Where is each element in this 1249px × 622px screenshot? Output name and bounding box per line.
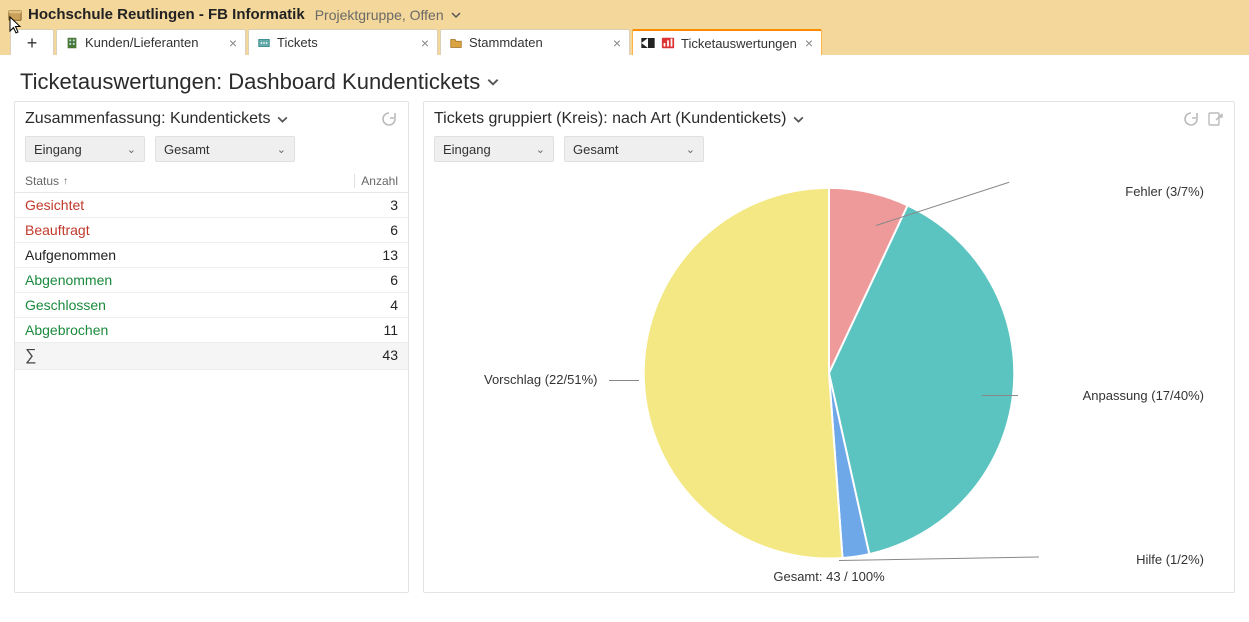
panel-title: Zusammenfassung: Kundentickets: [25, 110, 270, 128]
pie-slice[interactable]: [644, 188, 843, 559]
tab-kunden[interactable]: Kunden/Lieferanten ×: [56, 29, 246, 55]
count-cell: 4: [390, 297, 398, 313]
status-cell: Abgenommen: [25, 272, 390, 288]
refresh-icon[interactable]: [380, 110, 398, 128]
pie-svg: [634, 178, 1024, 568]
tab-tickets[interactable]: Tickets ×: [248, 29, 438, 55]
tab-ticketauswertungen[interactable]: Ticketauswertungen ×: [632, 29, 822, 55]
table-row[interactable]: Beauftragt6: [15, 218, 408, 243]
header-bar: Hochschule Reutlingen - FB Informatik Pr…: [0, 0, 1249, 55]
count-cell: 6: [390, 222, 398, 238]
page-title: Ticketauswertungen: Dashboard Kundentick…: [20, 69, 480, 95]
pie-chart: Fehler (3/7%) Anpassung (17/40%) Hilfe (…: [424, 170, 1234, 592]
tabs: + Kunden/Lieferanten × Tickets × Stammda…: [8, 29, 1241, 55]
status-cell: Gesichtet: [25, 197, 390, 213]
app-icon: [8, 8, 22, 22]
tab-new[interactable]: +: [10, 29, 54, 55]
count-cell: 13: [382, 247, 398, 263]
chevron-down-icon: ⌄: [127, 143, 136, 156]
chevron-down-icon: ⌄: [536, 143, 545, 156]
chevron-down-icon[interactable]: [450, 9, 462, 21]
col-status[interactable]: Status ↑: [25, 174, 354, 188]
tab-label: Kunden/Lieferanten: [85, 35, 198, 50]
app-subtitle: Projektgruppe, Offen: [315, 7, 444, 23]
leader-line: [609, 380, 639, 381]
close-icon[interactable]: ×: [229, 35, 237, 51]
sum-value: 43: [382, 347, 398, 365]
table-row[interactable]: Geschlossen4: [15, 293, 408, 318]
table-row[interactable]: Gesichtet3: [15, 193, 408, 218]
close-icon[interactable]: ×: [805, 35, 813, 51]
close-icon[interactable]: ×: [421, 35, 429, 51]
status-cell: Aufgenommen: [25, 247, 382, 263]
pie-label-fehler: Fehler (3/7%): [1125, 184, 1204, 199]
leader-line: [982, 395, 1018, 396]
dropdown-label: Eingang: [443, 142, 491, 157]
plus-icon: +: [27, 34, 38, 52]
chart-panel: Tickets gruppiert (Kreis): nach Art (Kun…: [423, 101, 1235, 593]
filter-gesamt[interactable]: Gesamt ⌄: [564, 136, 704, 162]
pie-label-vorschlag: Vorschlag (22/51%): [484, 372, 597, 387]
count-cell: 3: [390, 197, 398, 213]
status-cell: Abgebrochen: [25, 322, 383, 338]
filter-gesamt[interactable]: Gesamt ⌄: [155, 136, 295, 162]
sum-label: ∑: [25, 347, 382, 365]
building-icon: [65, 36, 79, 50]
pie-label-anpassung: Anpassung (17/40%): [1083, 388, 1204, 403]
tab-stammdaten[interactable]: Stammdaten ×: [440, 29, 630, 55]
table-header: Status ↑ Anzahl: [15, 170, 408, 193]
export-icon[interactable]: [1206, 110, 1224, 128]
dropdown-label: Gesamt: [164, 142, 210, 157]
col-count[interactable]: Anzahl: [361, 174, 398, 188]
dropdown-label: Eingang: [34, 142, 82, 157]
status-cell: Beauftragt: [25, 222, 390, 238]
filter-eingang[interactable]: Eingang ⌄: [25, 136, 145, 162]
chevron-down-icon[interactable]: [276, 113, 289, 126]
filter-eingang[interactable]: Eingang ⌄: [434, 136, 554, 162]
table-row[interactable]: Abgenommen6: [15, 268, 408, 293]
ticket-icon: [257, 36, 271, 50]
status-cell: Geschlossen: [25, 297, 390, 313]
chevron-down-icon[interactable]: [486, 75, 500, 89]
tab-label: Stammdaten: [469, 35, 543, 50]
close-icon[interactable]: ×: [613, 35, 621, 51]
table-row[interactable]: Abgebrochen11: [15, 318, 408, 343]
folder-icon: [449, 36, 463, 50]
refresh-icon[interactable]: [1182, 110, 1200, 128]
count-cell: 11: [383, 322, 398, 338]
count-cell: 6: [390, 272, 398, 288]
tab-label: Tickets: [277, 35, 318, 50]
pie-total: Gesamt: 43 / 100%: [773, 569, 884, 584]
summary-panel: Zusammenfassung: Kundentickets Eingang ⌄…: [14, 101, 409, 593]
panel-title: Tickets gruppiert (Kreis): nach Art (Kun…: [434, 110, 786, 128]
chevron-down-icon: ⌄: [277, 143, 286, 156]
tab-label: Ticketauswertungen: [681, 36, 797, 51]
table-row[interactable]: Aufgenommen13: [15, 243, 408, 268]
chevron-down-icon[interactable]: [792, 113, 805, 126]
app-title: Hochschule Reutlingen - FB Informatik: [28, 6, 305, 23]
flag-icon: [641, 38, 655, 48]
dropdown-label: Gesamt: [573, 142, 619, 157]
table-row-sum: ∑43: [15, 343, 408, 370]
chart-red-icon: [661, 36, 675, 50]
chevron-down-icon: ⌄: [686, 143, 695, 156]
sort-asc-icon: ↑: [63, 176, 68, 187]
pie-label-hilfe: Hilfe (1/2%): [1136, 552, 1204, 567]
summary-rows: Gesichtet3Beauftragt6Aufgenommen13Abgeno…: [15, 193, 408, 370]
